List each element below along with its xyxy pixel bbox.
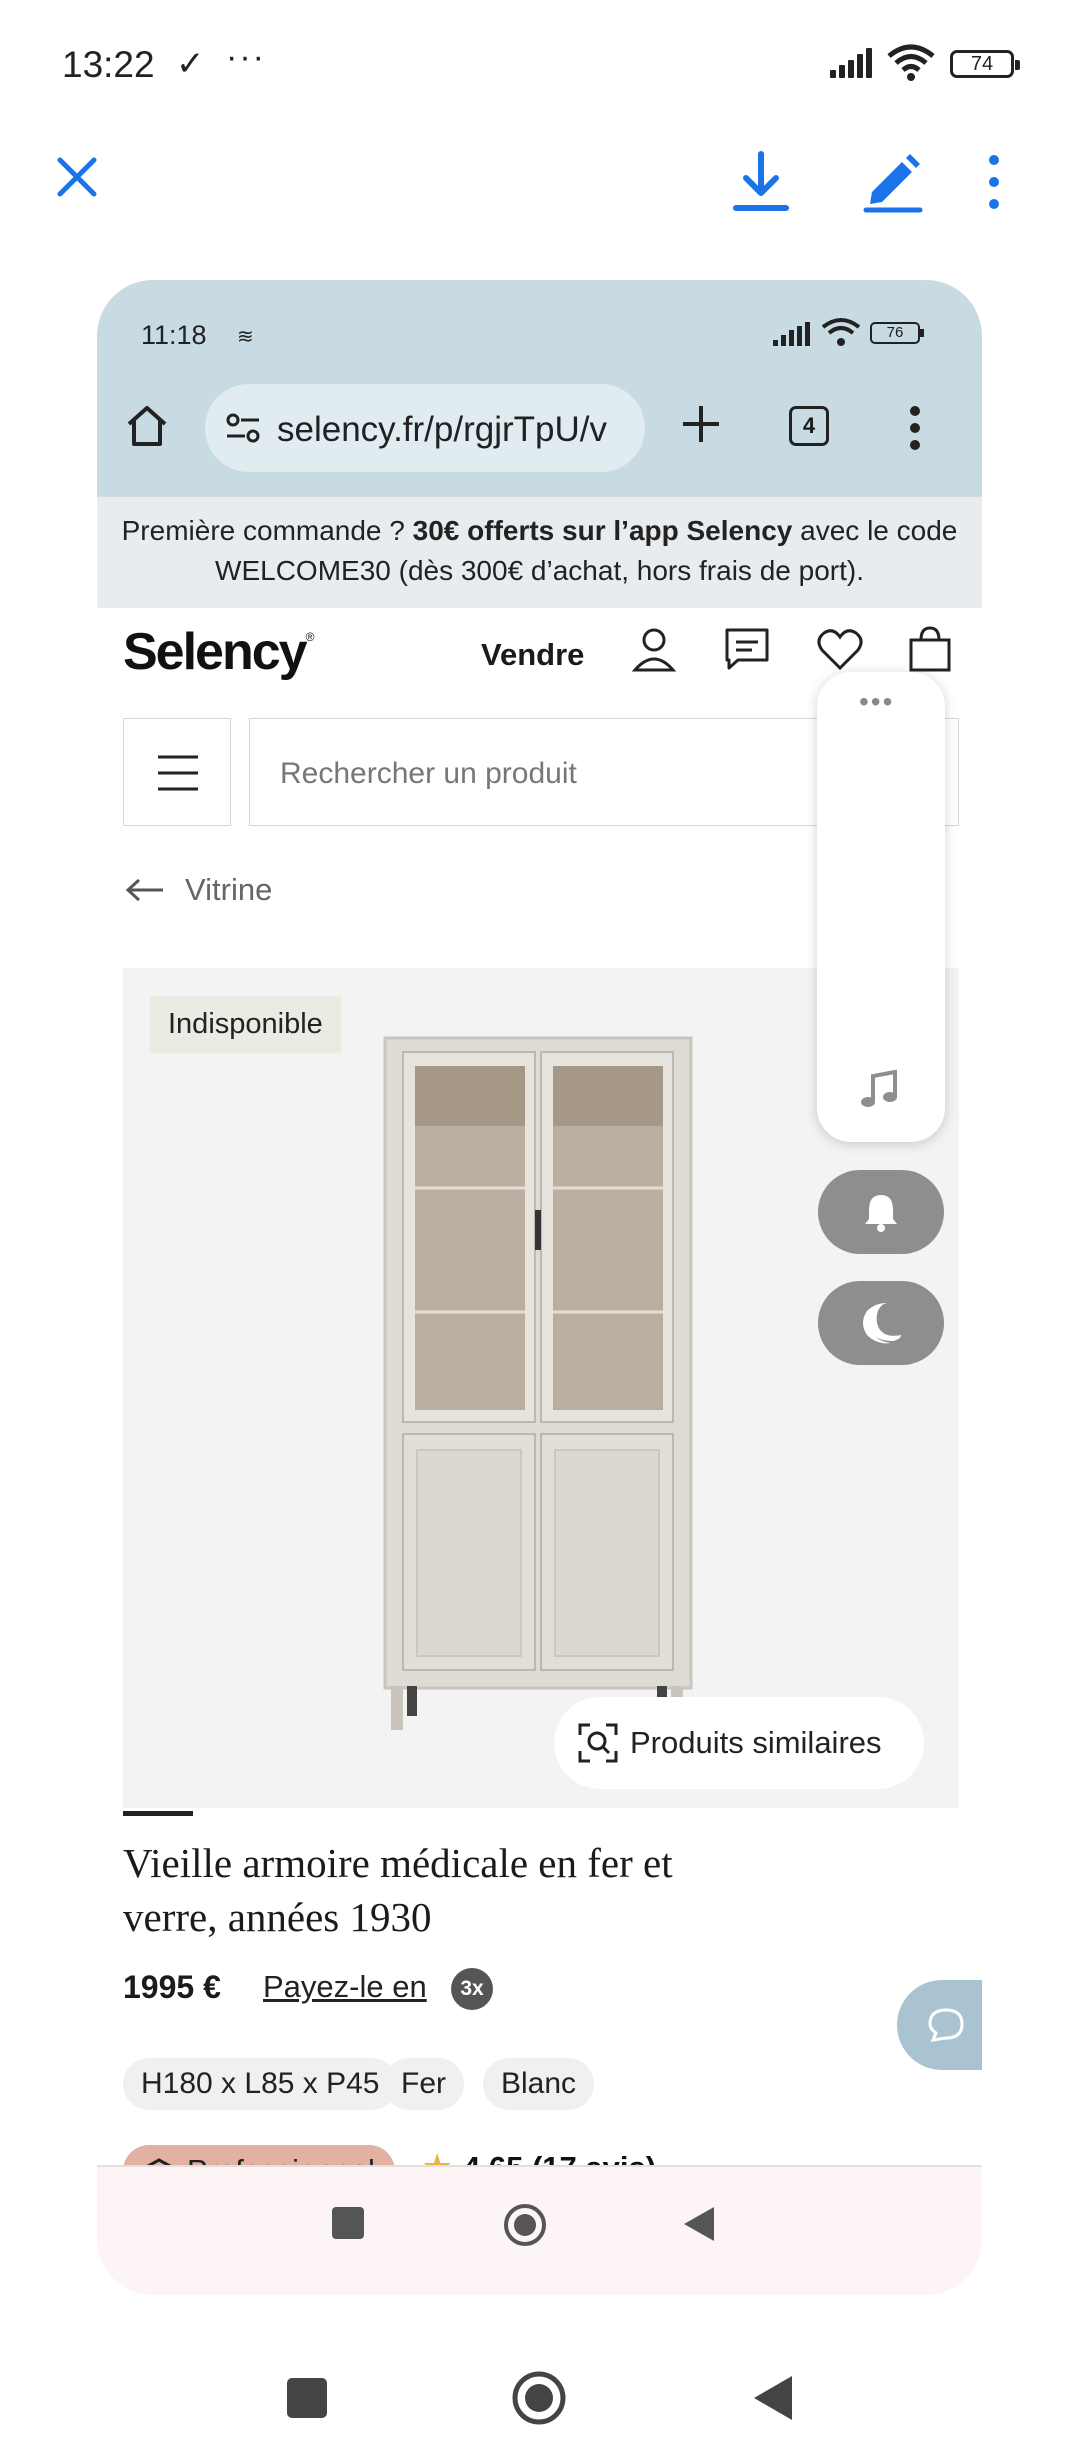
moon-icon: [863, 1303, 901, 1344]
inner-signal-icon: [773, 322, 813, 346]
layers-icon: ≋: [237, 326, 254, 348]
site-settings-icon[interactable]: [225, 410, 261, 446]
visual-search-icon: [578, 1723, 618, 1763]
browser-menu-icon[interactable]: [909, 406, 921, 450]
more-notifications-icon: ···: [226, 38, 266, 76]
download-icon[interactable]: [730, 150, 792, 214]
back-icon[interactable]: [752, 2374, 794, 2422]
chat-button[interactable]: [897, 1980, 982, 2070]
menu-button[interactable]: [123, 718, 231, 826]
promo-text-bold: 30€ offerts sur l’app Selency: [412, 515, 793, 546]
installment-badge: 3x: [451, 1968, 493, 2010]
promo-text-1: Première commande ?: [121, 515, 413, 546]
installment-link[interactable]: Payez-le en: [263, 1969, 427, 2005]
url-text: selency.fr/p/rgjrTpU/v: [277, 410, 607, 449]
browser-chrome: 11:18 ≋ 76 selency.fr/p/rgjrTpU/v 4: [97, 280, 982, 496]
tag-material: Fer: [383, 2058, 464, 2110]
chat-icon: [928, 2008, 964, 2042]
promo-banner: Première commande ? 30€ offerts sur l’ap…: [97, 496, 982, 608]
moon-button[interactable]: [818, 1281, 944, 1365]
search-placeholder: Rechercher un produit: [280, 757, 577, 790]
bell-icon: [865, 1195, 897, 1232]
hamburger-icon: [158, 755, 198, 791]
panel-handle[interactable]: •••: [859, 686, 894, 718]
carousel-indicator: [123, 1811, 193, 1816]
product-title: Vieille armoire médicale en fer et verre…: [123, 1840, 673, 1940]
new-tab-icon[interactable]: [679, 402, 723, 446]
inner-status-time: 11:18: [141, 320, 207, 350]
similar-products-label: Produits similaires: [630, 1725, 882, 1760]
edit-icon[interactable]: [858, 148, 928, 214]
recents-icon[interactable]: [287, 2378, 327, 2418]
similar-products-button[interactable]: Produits similaires: [554, 1697, 924, 1789]
tag-color: Blanc: [483, 2058, 595, 2110]
battery-icon: 74: [950, 50, 1020, 78]
status-bar: 13:22 ✓ ··· 74: [0, 0, 1080, 130]
favorites-icon[interactable]: [815, 624, 865, 674]
cabinet-photo: [383, 1036, 693, 1730]
more-vert-icon[interactable]: [982, 152, 1006, 212]
tag-dimensions: H180 x L85 x P45: [123, 2058, 398, 2110]
breadcrumb-back[interactable]: Vitrine: [185, 872, 272, 908]
address-bar[interactable]: selency.fr/p/rgjrTpU/v: [205, 384, 645, 472]
inner-recents-icon: [332, 2207, 364, 2239]
check-icon: ✓: [176, 45, 205, 83]
account-icon[interactable]: [629, 624, 679, 674]
wifi-icon: [887, 44, 935, 81]
availability-badge: Indisponible: [150, 996, 341, 1053]
close-icon[interactable]: [52, 152, 102, 202]
tabs-count-icon[interactable]: 4: [789, 406, 829, 446]
inner-back-icon: [684, 2207, 714, 2241]
site-logo[interactable]: Selency®: [123, 622, 314, 682]
status-time: 13:22: [62, 44, 155, 85]
inner-nav-bar: [97, 2165, 982, 2295]
product-price: 1995 €: [123, 1969, 221, 2005]
home-nav-icon[interactable]: [511, 2370, 567, 2426]
back-arrow-icon[interactable]: [125, 878, 165, 902]
inner-home-icon: [504, 2204, 546, 2246]
sell-link[interactable]: Vendre: [481, 637, 584, 673]
home-icon[interactable]: [125, 404, 169, 448]
bell-button[interactable]: [818, 1170, 944, 1254]
signal-icon: [830, 48, 876, 78]
messages-icon[interactable]: [722, 624, 772, 674]
cart-icon[interactable]: [905, 624, 955, 674]
inner-wifi-icon: [821, 318, 861, 346]
logo-mark: ®: [305, 630, 315, 644]
logo-text: Selency: [123, 623, 308, 681]
floating-panel[interactable]: •••: [817, 672, 945, 1142]
inner-battery-icon: 76: [870, 322, 924, 344]
music-note-icon[interactable]: [855, 1064, 903, 1112]
